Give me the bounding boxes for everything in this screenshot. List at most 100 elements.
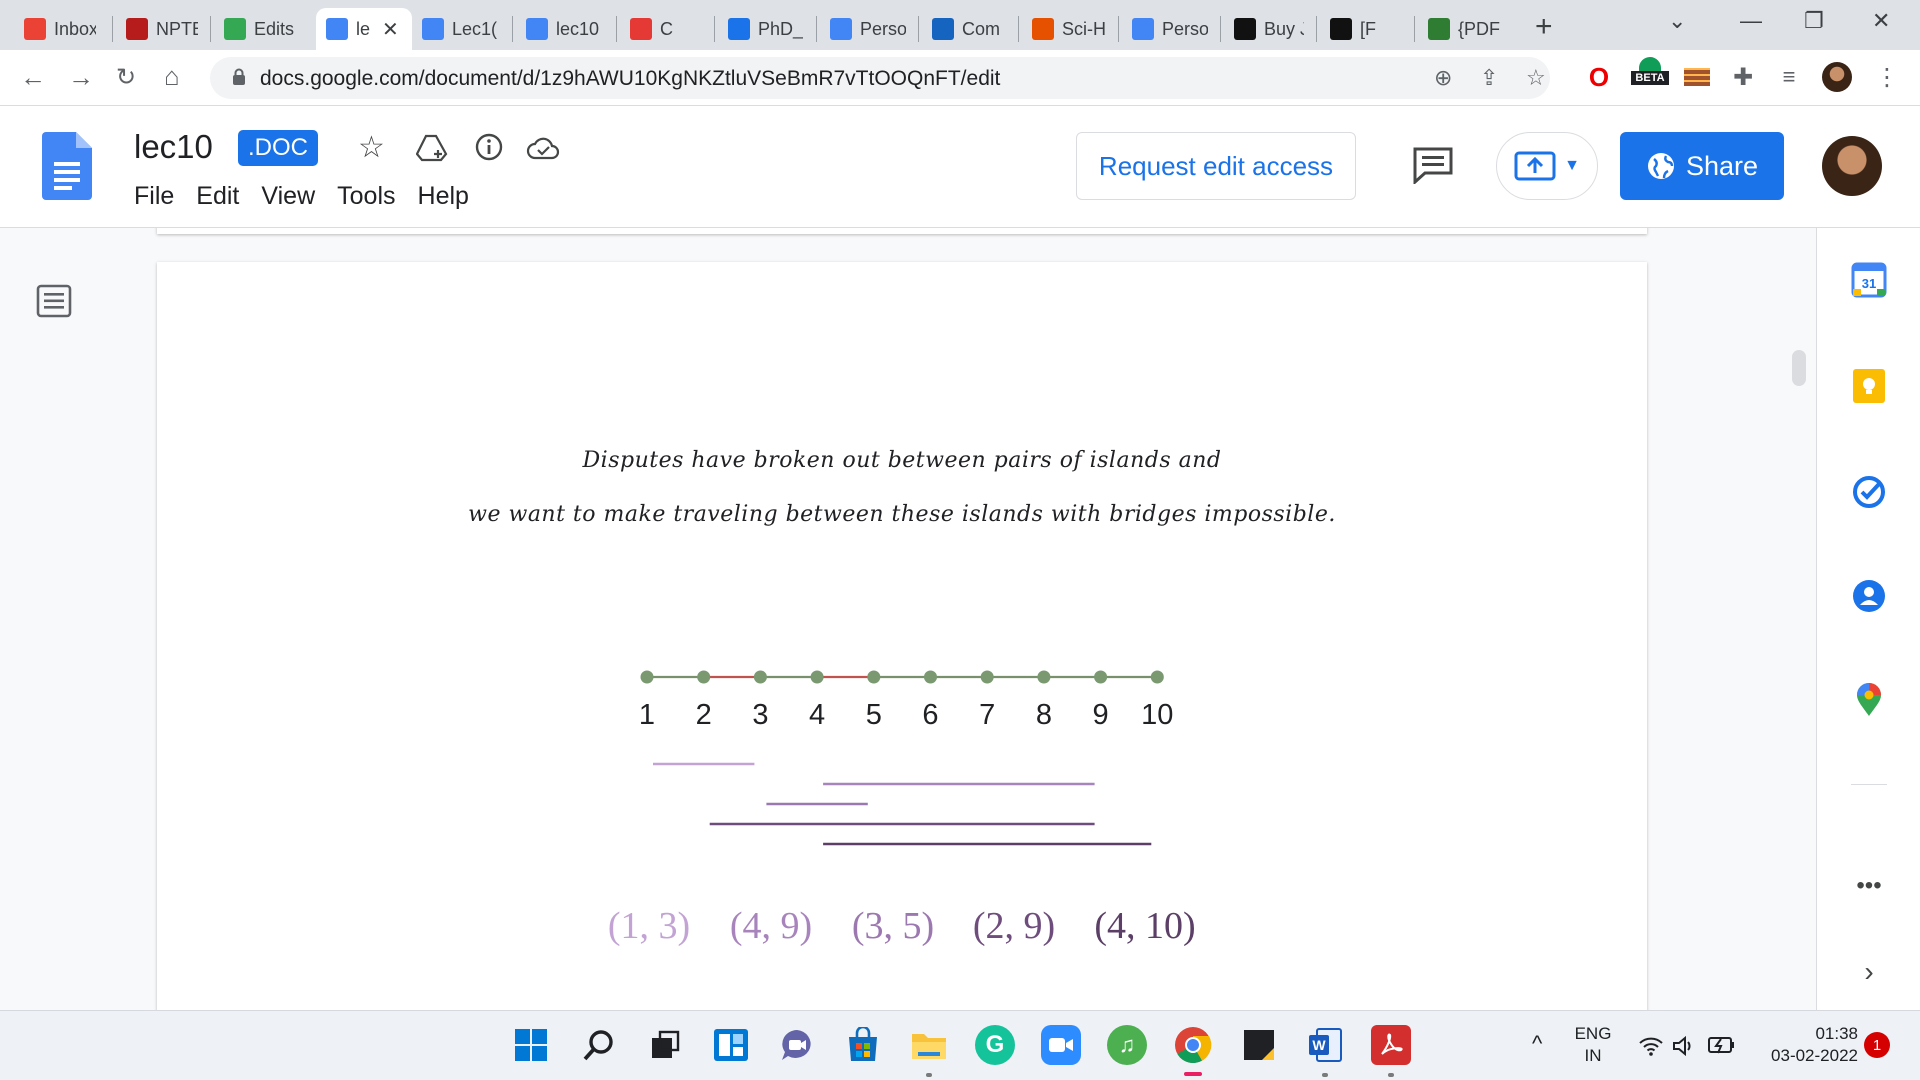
menu-item-view[interactable]: View <box>261 182 315 211</box>
google-docs-logo-icon[interactable] <box>42 132 92 200</box>
docs-header: lec10 .DOC ☆ File Edit View Tools Help Reque… <box>0 106 1920 228</box>
document-title[interactable]: lec10 <box>134 128 213 166</box>
present-button[interactable]: ▼ <box>1496 132 1598 200</box>
calendar-icon[interactable]: 31 <box>1851 262 1887 298</box>
browser-tab[interactable]: PhD_ <box>718 8 814 50</box>
menu-bar: File Edit View Tools Help <box>134 182 469 211</box>
file-explorer-icon[interactable] <box>909 1025 949 1065</box>
tab-search-icon[interactable]: ⌄ <box>1668 8 1686 34</box>
minimize-icon[interactable]: — <box>1740 8 1762 34</box>
back-icon[interactable]: ← <box>20 62 46 93</box>
chrome-icon[interactable] <box>1173 1025 1213 1065</box>
browser-tab[interactable]: lec10 <box>516 8 612 50</box>
info-icon[interactable] <box>474 132 504 162</box>
menu-item-file[interactable]: File <box>134 182 174 211</box>
document-outline-icon[interactable] <box>36 284 72 318</box>
close-window-icon[interactable]: ✕ <box>1872 8 1890 34</box>
island-label: 7 <box>979 699 995 731</box>
previous-page-edge <box>157 228 1647 234</box>
browser-tab[interactable]: Inbox <box>14 8 106 50</box>
battery-charging-icon[interactable] <box>1706 1033 1736 1057</box>
globe-icon <box>1647 153 1674 179</box>
new-tab-icon[interactable]: + <box>1535 10 1553 44</box>
wall-extension-icon[interactable] <box>1682 62 1712 92</box>
browser-tab[interactable]: Perso <box>820 8 916 50</box>
browser-tab[interactable]: {PDF <box>1418 8 1518 50</box>
share-page-icon[interactable]: ⇪ <box>1480 65 1498 91</box>
keep-icon[interactable] <box>1851 368 1887 404</box>
browser-tab[interactable]: C <box>620 8 710 50</box>
move-to-drive-icon[interactable] <box>416 134 448 162</box>
home-icon[interactable]: ⌂ <box>164 61 180 92</box>
lock-icon[interactable] <box>232 68 246 86</box>
grammarly-icon[interactable]: G <box>975 1025 1015 1065</box>
zoom-icon[interactable]: ⊕ <box>1434 65 1452 91</box>
search-icon[interactable] <box>579 1025 619 1065</box>
omnibox[interactable]: docs.google.com/document/d/1z9hAWU10KgNK… <box>210 57 1550 99</box>
comment-history-icon[interactable] <box>1412 146 1454 184</box>
notification-badge[interactable]: 1 <box>1864 1032 1890 1058</box>
opera-extension-icon[interactable]: O <box>1584 62 1614 92</box>
maps-icon[interactable] <box>1851 682 1887 718</box>
evernote-icon[interactable]: ♫ <box>1107 1025 1147 1065</box>
browser-tab[interactable]: NPTE <box>116 8 208 50</box>
sticky-notes-icon[interactable] <box>1239 1025 1279 1065</box>
microsoft-store-icon[interactable] <box>843 1025 883 1065</box>
task-view-icon[interactable] <box>645 1025 685 1065</box>
close-tab-icon[interactable]: ✕ <box>382 17 399 42</box>
expand-panel-icon[interactable]: › <box>1851 954 1887 990</box>
zoom-meetings-icon[interactable] <box>1041 1025 1081 1065</box>
more-addons-icon[interactable]: ••• <box>1851 868 1887 904</box>
beta-extension-icon[interactable]: BETA <box>1630 56 1670 86</box>
browser-tab[interactable]: Lec1( <box>412 8 508 50</box>
share-label: Share <box>1685 150 1759 181</box>
bookmark-star-icon[interactable]: ☆ <box>1526 65 1546 91</box>
clock-time: 01:38 <box>1815 1024 1858 1043</box>
teams-chat-icon[interactable] <box>777 1025 817 1065</box>
browser-menu-icon[interactable]: ⋮ <box>1872 62 1902 92</box>
tray-overflow-icon[interactable]: ^ <box>1532 1031 1542 1057</box>
windows-start-icon[interactable] <box>511 1025 551 1065</box>
browser-tab[interactable]: Com <box>922 8 1016 50</box>
acrobat-icon[interactable] <box>1371 1025 1411 1065</box>
menu-item-tools[interactable]: Tools <box>337 182 395 211</box>
reload-icon[interactable]: ↻ <box>116 63 136 92</box>
forward-icon[interactable]: → <box>68 62 94 93</box>
google-drive-icon <box>224 18 246 40</box>
url-text[interactable]: docs.google.com/document/d/1z9hAWU10KgNK… <box>260 67 1000 91</box>
widgets-icon[interactable] <box>711 1025 751 1065</box>
wifi-icon[interactable] <box>1638 1035 1664 1057</box>
browser-tab[interactable]: le ✕ <box>316 8 412 50</box>
media-queue-icon[interactable]: ≡ <box>1774 62 1804 92</box>
google-docs-icon <box>1132 18 1154 40</box>
browser-tab[interactable]: Perso <box>1122 8 1218 50</box>
tab-separator <box>1118 16 1119 42</box>
browser-tab[interactable]: Edits <box>214 8 310 50</box>
cloud-saved-icon[interactable] <box>526 136 560 160</box>
word-icon[interactable]: W <box>1305 1025 1345 1065</box>
google-docs-icon <box>526 18 548 40</box>
island-node <box>810 670 824 684</box>
maximize-icon[interactable]: ❐ <box>1804 8 1824 34</box>
browser-tab-label: Edits <box>254 18 295 39</box>
clock[interactable]: 01:38 03-02-2022 <box>1748 1023 1858 1067</box>
user-avatar[interactable] <box>1822 136 1882 196</box>
volume-icon[interactable] <box>1672 1035 1696 1057</box>
contacts-icon[interactable] <box>1851 578 1887 614</box>
request-edit-access-button[interactable]: Request edit access <box>1076 132 1356 200</box>
dispute-pair-label: (1, 3) <box>608 905 690 947</box>
scrollbar-thumb[interactable] <box>1792 350 1806 386</box>
menu-item-help[interactable]: Help <box>418 182 469 211</box>
tasks-icon[interactable] <box>1851 474 1887 510</box>
island-label: 1 <box>639 699 655 731</box>
browser-tab[interactable]: Sci-H <box>1022 8 1116 50</box>
star-icon[interactable]: ☆ <box>358 130 385 165</box>
menu-item-edit[interactable]: Edit <box>196 182 239 211</box>
share-button[interactable]: Share <box>1620 132 1784 200</box>
profile-avatar[interactable] <box>1822 62 1852 92</box>
tab-separator <box>918 16 919 42</box>
language-indicator[interactable]: ENG IN <box>1570 1023 1616 1067</box>
browser-tab[interactable]: [F <box>1320 8 1412 50</box>
extensions-puzzle-icon[interactable]: ✚ <box>1728 62 1758 92</box>
browser-tab[interactable]: Buy J <box>1224 8 1314 50</box>
